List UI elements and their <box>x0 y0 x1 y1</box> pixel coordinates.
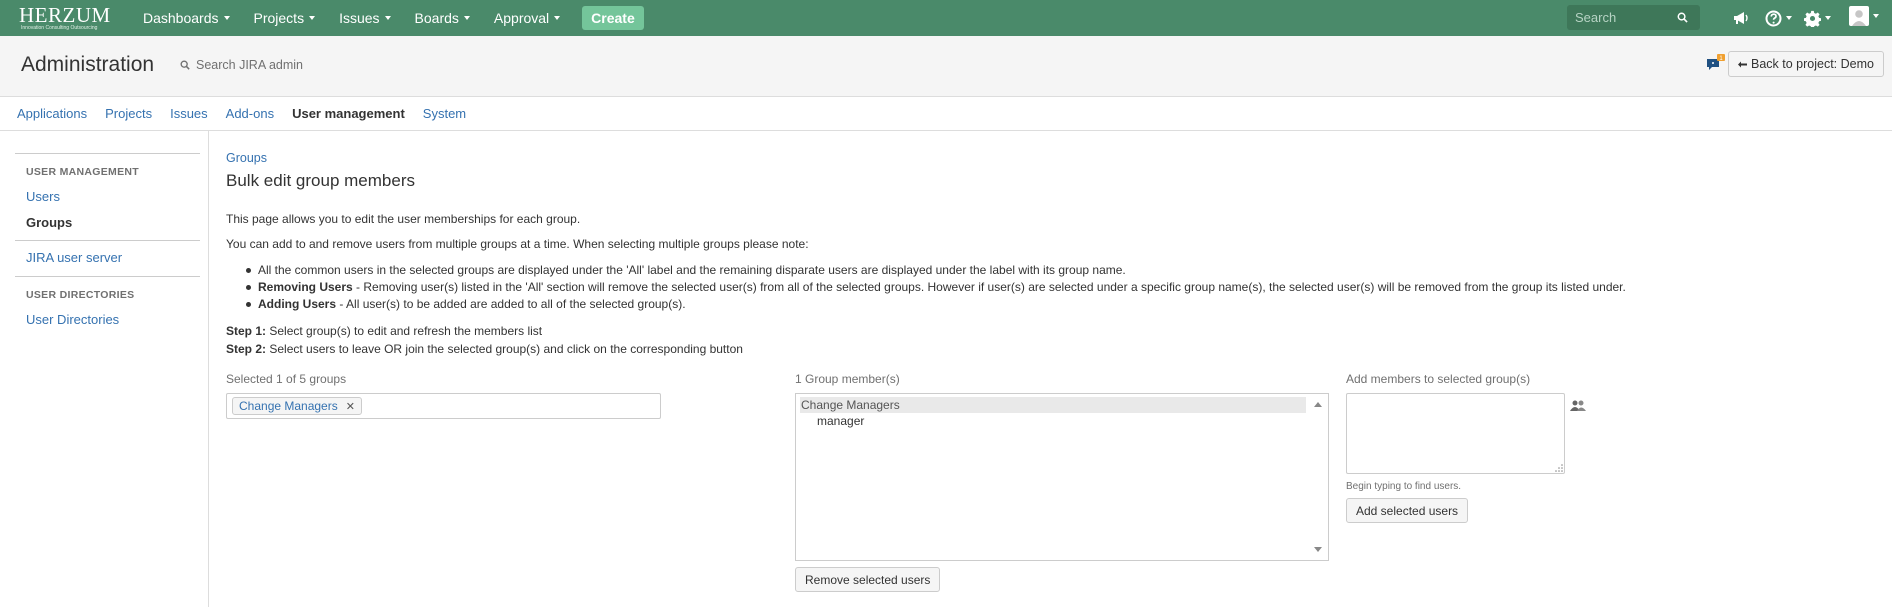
admin-tabs: Applications Projects Issues Add-ons Use… <box>0 97 1892 131</box>
chevron-down-icon <box>1873 14 1879 18</box>
intro-text-2: You can add to and remove users from mul… <box>226 237 809 251</box>
sidebar: USER MANAGEMENT Users Groups JIRA user s… <box>0 131 209 607</box>
content-title: Bulk edit group members <box>226 171 415 190</box>
add-selected-users-button[interactable]: Add selected users <box>1346 498 1469 523</box>
user-picker-icon[interactable] <box>1570 399 1586 412</box>
step-2: Step 2: Select users to leave OR join th… <box>226 342 743 356</box>
chevron-down-icon <box>309 16 316 20</box>
chevron-down-icon <box>463 16 470 20</box>
step-2-label: Step 2: <box>226 342 267 356</box>
quick-search-input[interactable] <box>1567 10 1677 25</box>
step-1-text: Select group(s) to edit and refresh the … <box>266 324 543 338</box>
tab-applications[interactable]: Applications <box>17 106 87 121</box>
member-group-header: Change Managers <box>800 397 1306 413</box>
admin-search-input[interactable] <box>196 58 336 72</box>
sidebar-divider <box>15 153 200 154</box>
remove-selected-users-button[interactable]: Remove selected users <box>795 567 941 592</box>
menu-issues[interactable]: Issues <box>327 10 402 26</box>
group-picker[interactable]: Change Managers ✕ <box>226 393 661 419</box>
menu-dashboards-label: Dashboards <box>143 10 219 26</box>
close-icon[interactable]: ✕ <box>346 400 355 413</box>
sidebar-item-users[interactable]: Users <box>26 189 60 204</box>
megaphone-icon[interactable] <box>1733 9 1749 27</box>
quick-search <box>1567 5 1700 30</box>
menu-boards[interactable]: Boards <box>403 10 482 26</box>
list-item: Adding Users - All user(s) to be added a… <box>246 296 1626 313</box>
top-navigation-bar: HERZUM Innovation Consulting Outsourcing… <box>0 0 1892 36</box>
menu-projects-label: Projects <box>253 10 305 26</box>
group-members-list[interactable]: Change Managers manager <box>795 393 1329 561</box>
sidebar-item-groups[interactable]: Groups <box>26 215 72 230</box>
group-chip-label: Change Managers <box>239 399 338 413</box>
intro-text: This page allows you to edit the user me… <box>226 212 581 226</box>
back-to-project-label: Back to project: Demo <box>1751 57 1874 71</box>
sidebar-divider <box>15 240 200 241</box>
sidebar-item-jira-user-server[interactable]: JIRA user server <box>26 250 122 265</box>
arrow-left-icon <box>1738 61 1747 67</box>
chevron-up-icon[interactable] <box>1314 402 1322 407</box>
main-menu: Dashboards Projects Issues Boards Approv… <box>131 10 572 26</box>
sidebar-divider <box>15 276 200 277</box>
tab-add-ons[interactable]: Add-ons <box>226 106 274 121</box>
create-button[interactable]: Create <box>582 6 644 30</box>
search-icon[interactable] <box>1677 12 1688 23</box>
menu-approval-label: Approval <box>493 10 550 26</box>
notes-list: All the common users in the selected gro… <box>246 262 1626 313</box>
list-item: All the common users in the selected gro… <box>246 262 1626 279</box>
step-1: Step 1: Select group(s) to edit and refr… <box>226 324 542 338</box>
back-to-project-button[interactable]: Back to project: Demo <box>1728 51 1884 77</box>
add-members-hint: Begin typing to find users. <box>1346 481 1462 492</box>
logo-text: HERZUM <box>19 3 111 27</box>
add-members-label: Add members to selected group(s) <box>1346 372 1531 386</box>
gear-icon[interactable] <box>1804 9 1831 27</box>
note-heading: Removing Users <box>258 280 353 294</box>
note-heading: Adding Users <box>258 297 337 311</box>
logo[interactable]: HERZUM Innovation Consulting Outsourcing <box>19 3 112 32</box>
list-item[interactable]: manager <box>817 413 864 429</box>
tab-issues[interactable]: Issues <box>170 106 208 121</box>
list-item: Removing Users - Removing user(s) listed… <box>246 279 1626 296</box>
main-content: Groups Bulk edit group members This page… <box>226 131 1876 607</box>
menu-boards-label: Boards <box>414 10 459 26</box>
chevron-down-icon <box>384 16 391 20</box>
tab-user-management[interactable]: User management <box>292 106 405 121</box>
menu-approval[interactable]: Approval <box>482 10 572 26</box>
admin-search <box>180 58 336 72</box>
group-chip[interactable]: Change Managers ✕ <box>232 397 362 415</box>
chevron-down-icon <box>554 16 561 20</box>
tab-projects[interactable]: Projects <box>105 106 152 121</box>
add-members-textarea[interactable] <box>1346 393 1565 474</box>
notification-icon[interactable]: 1 <box>1706 54 1726 74</box>
tab-system[interactable]: System <box>423 106 466 121</box>
note-text: All the common users in the selected gro… <box>258 263 1126 277</box>
menu-issues-label: Issues <box>339 10 380 26</box>
menu-dashboards[interactable]: Dashboards <box>131 10 242 26</box>
breadcrumb[interactable]: Groups <box>226 151 267 165</box>
sidebar-heading-user-management: USER MANAGEMENT <box>26 166 140 178</box>
sidebar-heading-user-directories: USER DIRECTORIES <box>26 289 135 301</box>
note-text: - Removing user(s) listed in the 'All' s… <box>352 280 1626 294</box>
scrollbar[interactable] <box>1310 394 1328 560</box>
chevron-down-icon[interactable] <box>1314 547 1322 552</box>
resize-grip-icon[interactable] <box>1555 464 1563 472</box>
admin-header: Administration 1 Back to project: Demo <box>0 36 1892 97</box>
note-text: - All user(s) to be added are added to a… <box>336 297 686 311</box>
chevron-down-icon <box>223 16 230 20</box>
help-icon[interactable] <box>1765 9 1792 27</box>
page-title: Administration <box>21 53 155 76</box>
step-2-text: Select users to leave OR join the select… <box>266 342 743 356</box>
chevron-down-icon <box>1786 16 1792 20</box>
step-1-label: Step 1: <box>226 324 267 338</box>
search-icon <box>180 60 190 70</box>
selected-groups-label: Selected 1 of 5 groups <box>226 372 347 386</box>
group-members-label: 1 Group member(s) <box>795 372 900 386</box>
chevron-down-icon <box>1825 16 1831 20</box>
menu-projects[interactable]: Projects <box>242 10 328 26</box>
avatar-icon[interactable] <box>1849 6 1879 26</box>
sidebar-item-user-directories[interactable]: User Directories <box>26 312 119 327</box>
